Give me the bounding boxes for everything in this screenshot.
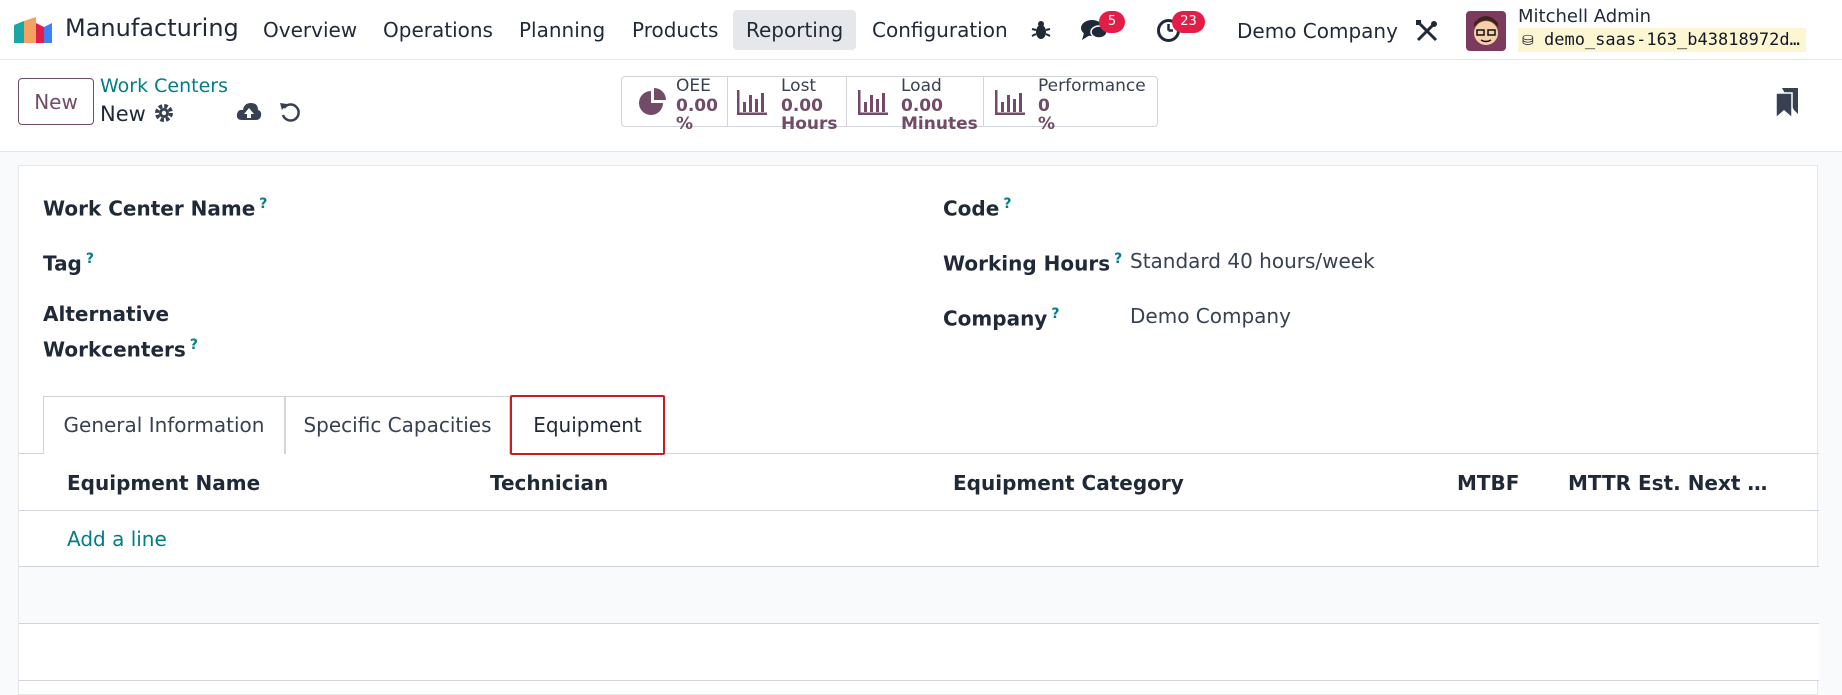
tab-specific-capacities[interactable]: Specific Capacities [285,396,510,454]
column-equipment-category[interactable]: Equipment Category [953,471,1184,495]
tab-equipment[interactable]: Equipment [510,395,665,455]
tag-label: Tag? [43,244,94,280]
help-tooltip-icon[interactable]: ? [86,251,94,267]
column-equipment-name[interactable]: Equipment Name [67,471,260,495]
tools-icon[interactable] [1415,19,1439,43]
stat-label: Lost [781,76,817,96]
help-tooltip-icon[interactable]: ? [1114,251,1122,267]
help-tooltip-icon[interactable]: ? [1051,306,1059,322]
user-avatar[interactable] [1466,11,1506,51]
tab-general-information[interactable]: General Information [43,396,285,454]
activities-badge: 23 [1172,11,1205,33]
stat-value: 0.00 [901,96,943,116]
manufacturing-app-icon[interactable] [14,17,52,43]
column-est-next-failure[interactable]: Est. Next … [1638,471,1767,495]
pie-chart-icon [639,88,666,115]
alternative-workcenters-label: Alternative Workcenters? [43,299,198,366]
stat-unit: Minutes [901,114,978,134]
field-label-text: Code [943,196,1000,221]
stat-value: 0 [1038,96,1050,116]
stat-unit: Hours [781,114,838,134]
stat-button-load[interactable]: Load 0.00 Minutes [847,76,984,134]
field-label-text: Workcenters [43,337,186,362]
stat-unit: % [1038,114,1056,134]
menu-planning[interactable]: Planning [519,18,605,42]
database-icon: ⛁ [1522,33,1534,49]
user-name[interactable]: Mitchell Admin [1518,6,1651,27]
company-switcher[interactable]: Demo Company [1237,19,1398,43]
save-cloud-icon[interactable] [236,100,262,124]
field-label-text: Working Hours [943,251,1111,276]
menu-reporting[interactable]: Reporting [733,10,857,50]
row-divider [19,680,1819,681]
bookmark-icon[interactable] [1776,88,1798,118]
breadcrumb-current-record: New [100,102,146,126]
messages-badge: 5 [1099,11,1125,33]
control-panel: New Work Centers New OEE 0.00 % Lost 0.0… [0,60,1842,152]
stat-label: Load [901,76,942,96]
working-hours-field[interactable]: Standard 40 hours/week [1130,249,1375,273]
stat-label: Performance [1038,76,1146,96]
database-name: ⛁ demo_saas-163_b43818972d… [1518,28,1806,52]
stat-button-performance[interactable]: Performance 0 % [984,76,1157,134]
menu-products[interactable]: Products [632,18,718,42]
bug-icon[interactable] [1030,19,1052,41]
app-name[interactable]: Manufacturing [65,14,239,42]
top-navbar: Manufacturing Overview Operations Planni… [0,0,1842,60]
database-label: demo_saas-163_b43818972d… [1543,30,1800,50]
bar-chart-icon [858,90,888,115]
stat-button-oee[interactable]: OEE 0.00 % [622,76,728,134]
discard-undo-icon[interactable] [278,100,302,124]
help-tooltip-icon[interactable]: ? [190,337,198,353]
field-label-text: Tag [43,251,82,276]
stat-label: OEE [676,76,711,96]
stat-value: 0.00 [676,96,718,116]
column-mttr[interactable]: MTTR [1568,471,1631,495]
table-row-empty [19,567,1819,623]
help-tooltip-icon[interactable]: ? [1003,196,1011,212]
gear-icon[interactable] [153,102,175,124]
column-mtbf[interactable]: MTBF [1457,471,1519,495]
company-field[interactable]: Demo Company [1130,304,1291,328]
company-label: Company? [943,299,1059,335]
working-hours-label: Working Hours? [943,244,1122,280]
add-a-line-link[interactable]: Add a line [67,527,167,551]
new-button[interactable]: New [18,78,94,125]
stat-unit: % [676,114,694,134]
table-row-empty [19,624,1819,680]
field-label-text: Company [943,306,1048,331]
breadcrumb-work-centers[interactable]: Work Centers [100,75,228,97]
form-sheet: Work Center Name? Tag? Alternative Workc… [18,165,1819,695]
help-tooltip-icon[interactable]: ? [259,196,267,212]
work-center-name-label: Work Center Name? [43,189,267,225]
menu-overview[interactable]: Overview [263,18,357,42]
field-label-text: Work Center Name [43,196,256,221]
bar-chart-icon [737,90,767,115]
menu-operations[interactable]: Operations [383,18,493,42]
smart-buttons: OEE 0.00 % Lost 0.00 Hours Load 0.00 Min… [621,76,1158,134]
column-technician[interactable]: Technician [490,471,608,495]
field-label-text: Alternative [43,302,170,326]
stat-value: 0.00 [781,96,823,116]
stat-button-lost[interactable]: Lost 0.00 Hours [728,76,847,134]
code-label: Code? [943,189,1011,225]
bar-chart-icon [995,90,1025,115]
row-divider [19,510,1819,511]
menu-configuration[interactable]: Configuration [872,18,1008,42]
